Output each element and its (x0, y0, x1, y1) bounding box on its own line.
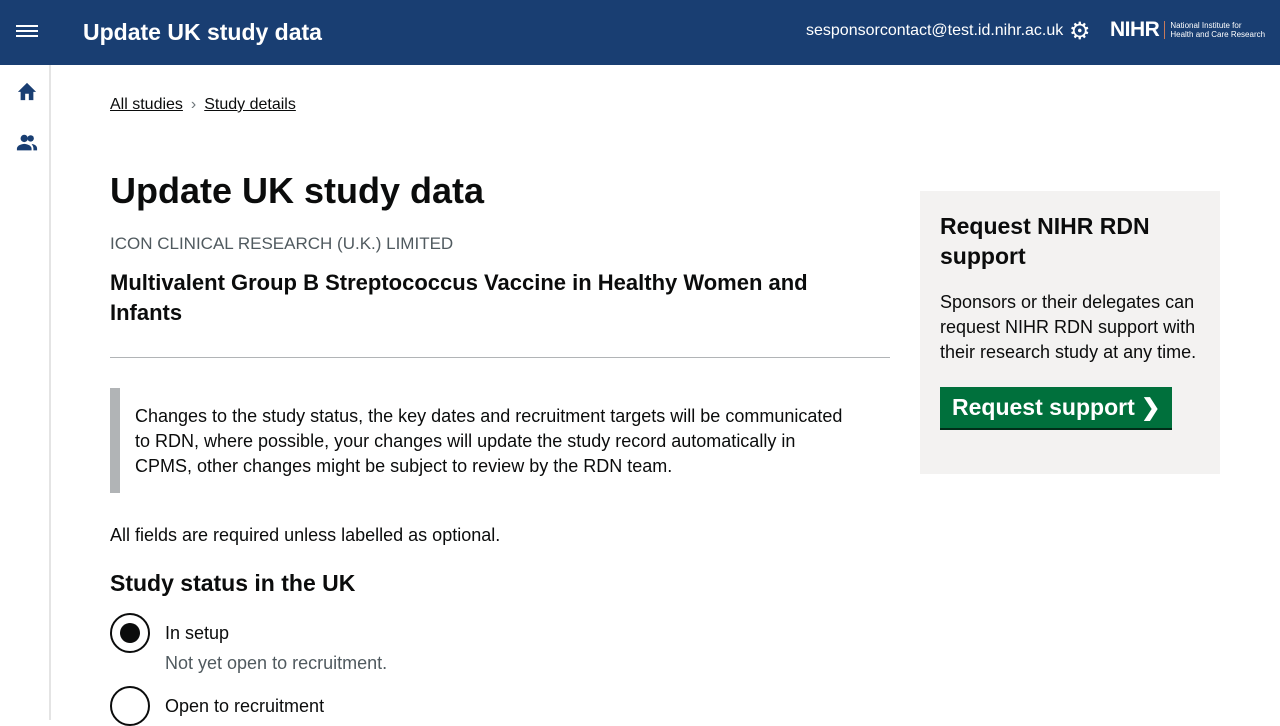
gear-icon[interactable]: ⚙ (1069, 20, 1091, 44)
support-panel: Request NIHR RDN support Sponsors or the… (920, 191, 1220, 474)
panel-body: Sponsors or their delegates can request … (940, 292, 1197, 362)
radio-button[interactable] (110, 613, 150, 653)
radio-hint: Not yet open to recruitment. (165, 653, 388, 673)
page-title: Update UK study data (110, 170, 485, 211)
app-title: Update UK study data (83, 19, 322, 45)
breadcrumb-all-studies[interactable]: All studies (110, 96, 183, 113)
home-icon[interactable] (16, 81, 38, 101)
divider (110, 357, 890, 358)
header: Update UK study data sesponsorcontact@te… (0, 0, 1280, 65)
request-support-button[interactable]: Request support ❯ (940, 387, 1173, 428)
radio-open-to-recruitment[interactable]: Open to recruitment (110, 686, 324, 726)
breadcrumb-study-details[interactable]: Study details (204, 96, 296, 113)
menu-icon[interactable] (16, 22, 38, 42)
chevron-right-icon: › (190, 96, 197, 113)
radio-button[interactable] (110, 686, 150, 726)
sidebar (0, 65, 51, 720)
radio-label: Open to recruitment (165, 696, 325, 716)
required-note: All fields are required unless labelled … (110, 525, 501, 545)
radio-in-setup[interactable]: In setup Not yet open to recruitment. (110, 613, 387, 674)
radio-label: In setup (165, 623, 230, 643)
users-icon[interactable] (16, 133, 38, 153)
user-email: sesponsorcontact@test.id.nihr.ac.uk (806, 22, 1064, 39)
breadcrumb: All studies › Study details (110, 96, 296, 114)
section-heading: Study status in the UK (110, 570, 356, 596)
inset-text: Changes to the study status, the key dat… (110, 388, 850, 493)
study-title: Multivalent Group B Streptococcus Vaccin… (110, 270, 808, 325)
organisation-name: ICON CLINICAL RESEARCH (U.K.) LIMITED (110, 234, 454, 253)
panel-heading: Request NIHR RDN support (940, 213, 1150, 269)
nihr-logo: NIHR National Institute for Health and Ca… (1110, 18, 1266, 41)
